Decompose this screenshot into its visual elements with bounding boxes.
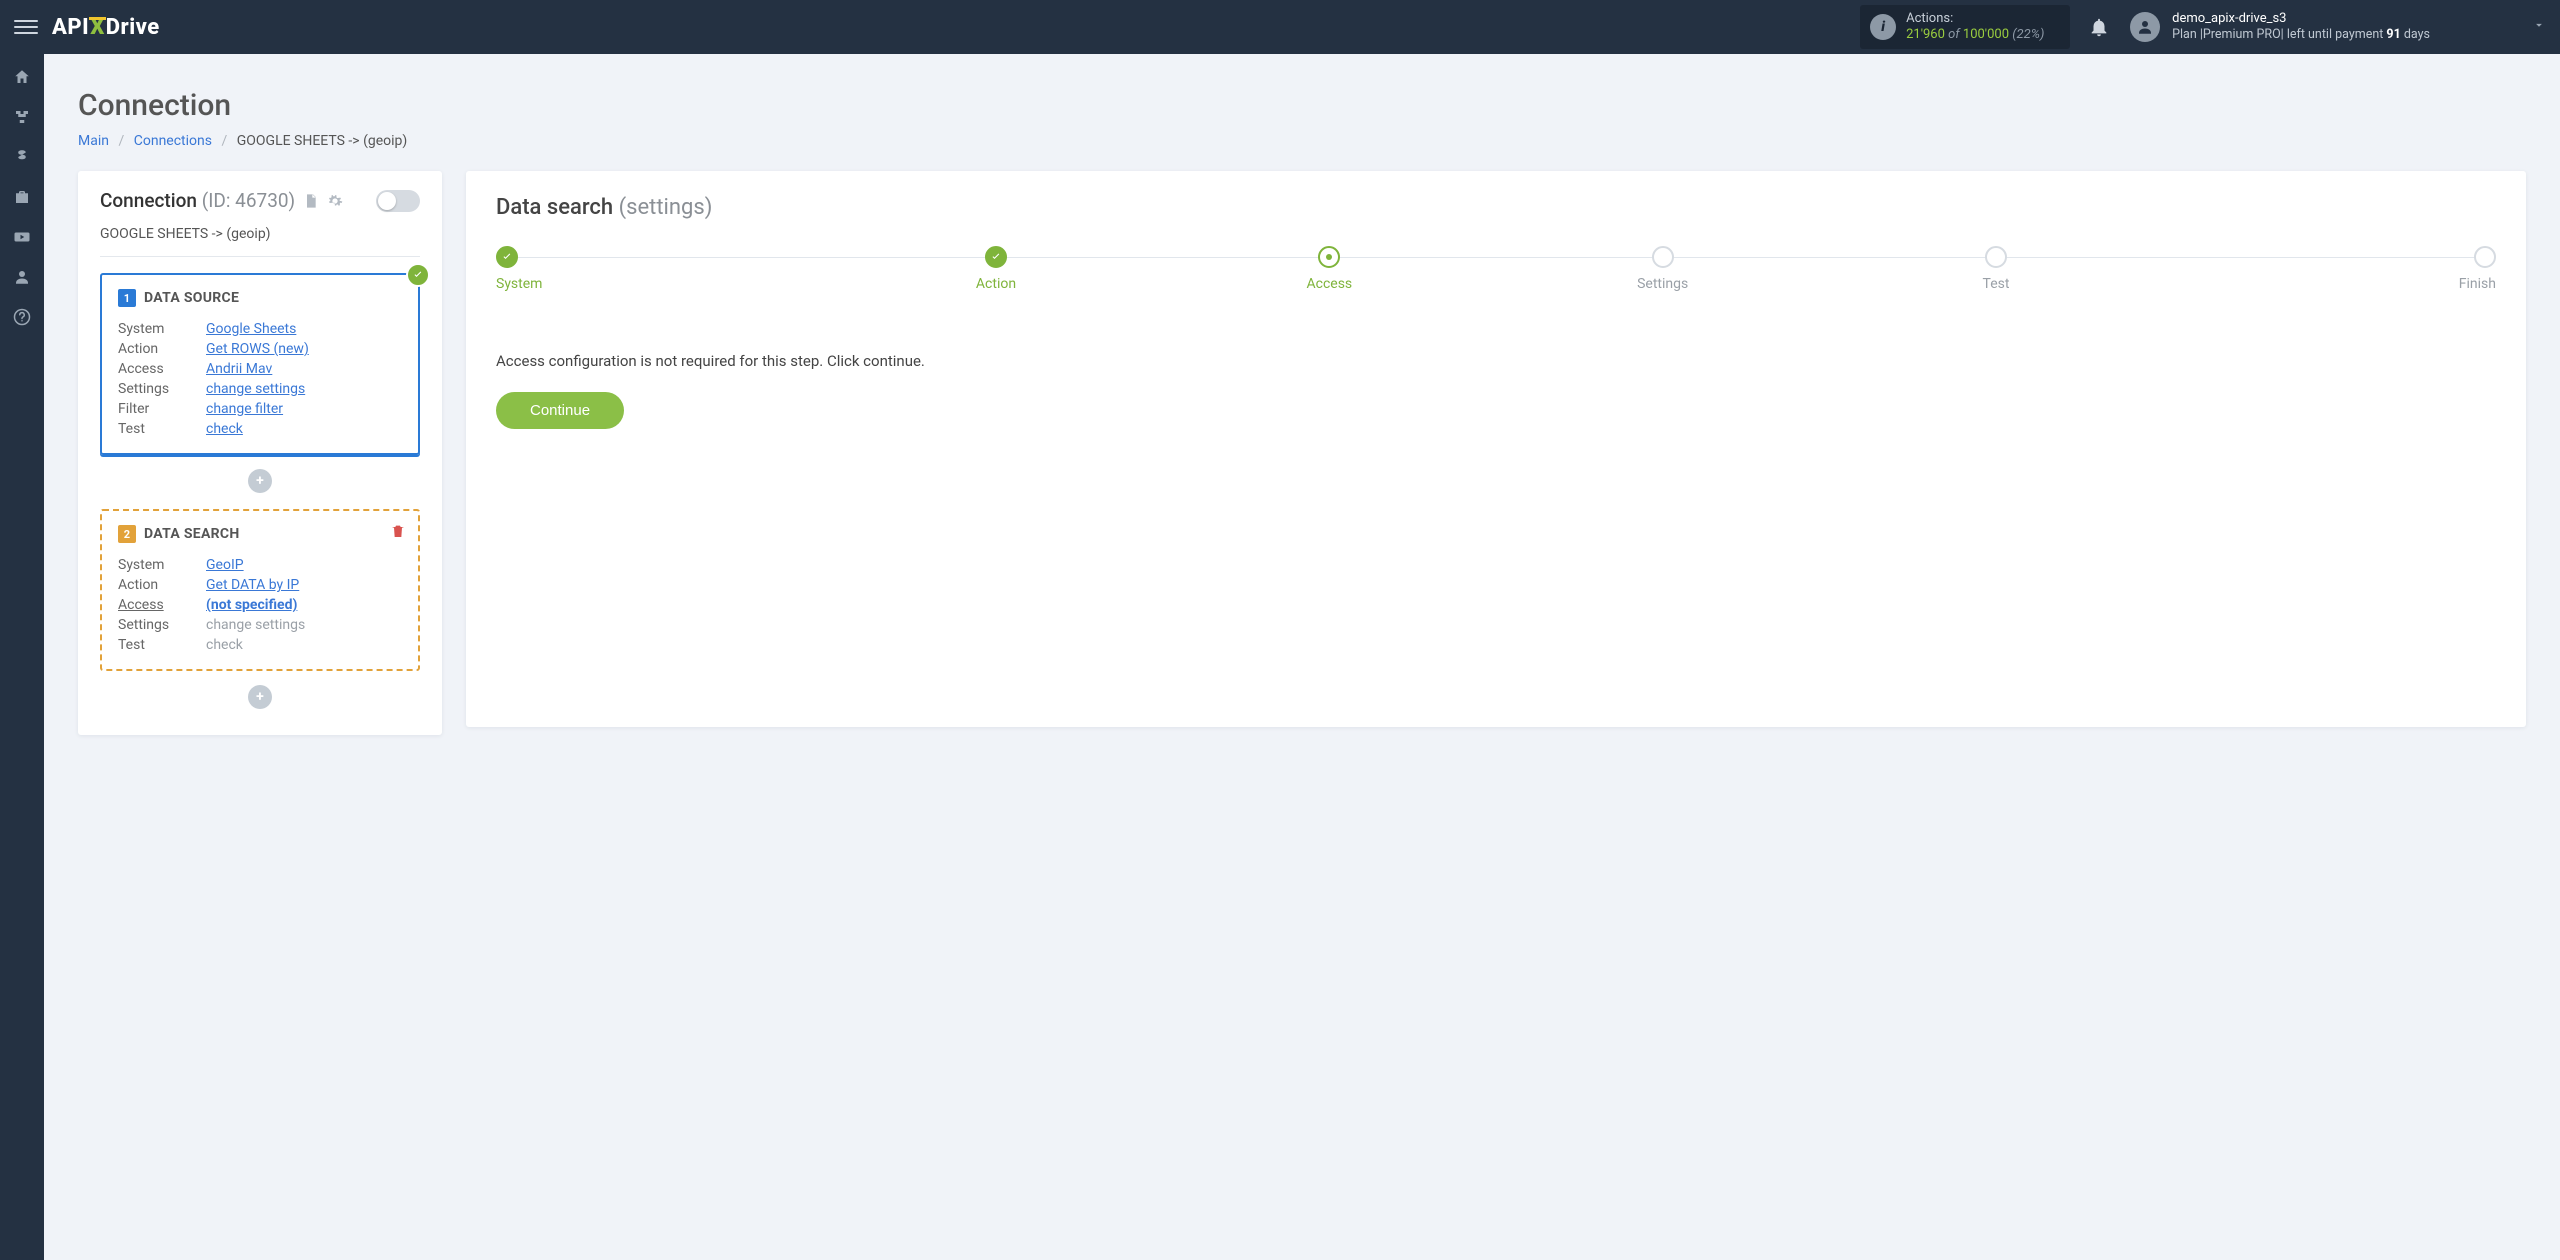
trash-icon[interactable] [390,523,406,539]
dsr-access-link[interactable]: (not specified) [206,597,297,613]
step-progress: System Action Access Settings [496,246,2496,292]
ds-system-link[interactable]: Google Sheets [206,321,296,337]
actions-label: Actions: [1906,11,2044,27]
gear-icon[interactable] [327,193,343,209]
step-settings[interactable]: Settings [1496,246,1829,292]
dsr-settings-text: change settings [206,617,305,633]
document-icon[interactable] [303,193,319,209]
chevron-down-icon [2532,18,2546,36]
actions-used: 21'960 [1906,27,1945,42]
connection-heading: Connection (ID: 46730) [100,189,295,212]
data-source-block[interactable]: 1DATA SOURCE SystemGoogle Sheets ActionG… [100,273,420,455]
check-icon [406,263,430,287]
dsr-system-link[interactable]: GeoIP [206,557,244,573]
ds-filter-link[interactable]: change filter [206,401,283,417]
sidebar-rail [0,54,44,1260]
youtube-icon[interactable] [13,228,31,246]
briefcase-icon[interactable] [13,188,31,206]
ds-test-link[interactable]: check [206,421,243,437]
menu-toggle[interactable] [14,15,38,39]
continue-button[interactable]: Continue [496,392,624,429]
add-block-button-2[interactable]: + [248,685,272,709]
step-access[interactable]: Access [1163,246,1496,292]
ds-access-link[interactable]: Andrii Mav [206,361,272,377]
logo[interactable]: APIXDrive [52,15,160,40]
enable-toggle[interactable] [376,190,420,212]
dsr-action-link[interactable]: Get DATA by IP [206,577,299,593]
ds-action-link[interactable]: Get ROWS (new) [206,341,309,357]
actions-total: 100'000 [1963,27,2009,42]
breadcrumb-main[interactable]: Main [78,133,109,149]
step-test[interactable]: Test [1829,246,2162,292]
bell-icon[interactable] [2088,16,2110,38]
home-icon[interactable] [13,68,31,86]
actions-of: of [1945,27,1963,42]
breadcrumb-connections[interactable]: Connections [134,133,212,149]
connection-panel: Connection (ID: 46730) GOOGLE SHEETS -> … [78,171,442,735]
connection-name: GOOGLE SHEETS -> (geoip) [100,226,420,257]
info-icon: i [1870,14,1896,40]
block-title: DATA SOURCE [144,290,239,306]
step-action[interactable]: Action [829,246,1162,292]
step-system[interactable]: System [496,246,829,292]
actions-percent: (22%) [2012,27,2044,42]
connections-icon[interactable] [13,108,31,126]
topbar: APIXDrive i Actions: 21'960 of 100'000 (… [0,0,2560,54]
breadcrumb-current: GOOGLE SHEETS -> (geoip) [237,133,408,149]
help-icon[interactable] [13,308,31,326]
page-title: Connection [78,88,2526,123]
access-message: Access configuration is not required for… [496,352,2496,370]
user-menu[interactable]: demo_apix-drive_s3 Plan |Premium PRO| le… [2130,11,2546,43]
block-title: DATA SEARCH [144,526,240,542]
settings-panel: Data search (settings) System Action [466,171,2526,727]
user-plan: Plan |Premium PRO| left until payment 91… [2172,27,2430,43]
user-name: demo_apix-drive_s3 [2172,11,2430,27]
ds-settings-link[interactable]: change settings [206,381,305,397]
add-block-button[interactable]: + [248,469,272,493]
dollar-icon[interactable] [13,148,31,166]
panel-title: Data search (settings) [496,195,2496,220]
dsr-test-text: check [206,637,243,653]
avatar-icon [2130,12,2160,42]
breadcrumb: Main / Connections / GOOGLE SHEETS -> (g… [78,133,2526,149]
actions-counter[interactable]: i Actions: 21'960 of 100'000 (22%) [1860,5,2070,50]
data-search-block[interactable]: 2DATA SEARCH SystemGeoIP ActionGet DATA … [100,509,420,671]
user-icon[interactable] [13,268,31,286]
step-finish[interactable]: Finish [2163,246,2496,292]
